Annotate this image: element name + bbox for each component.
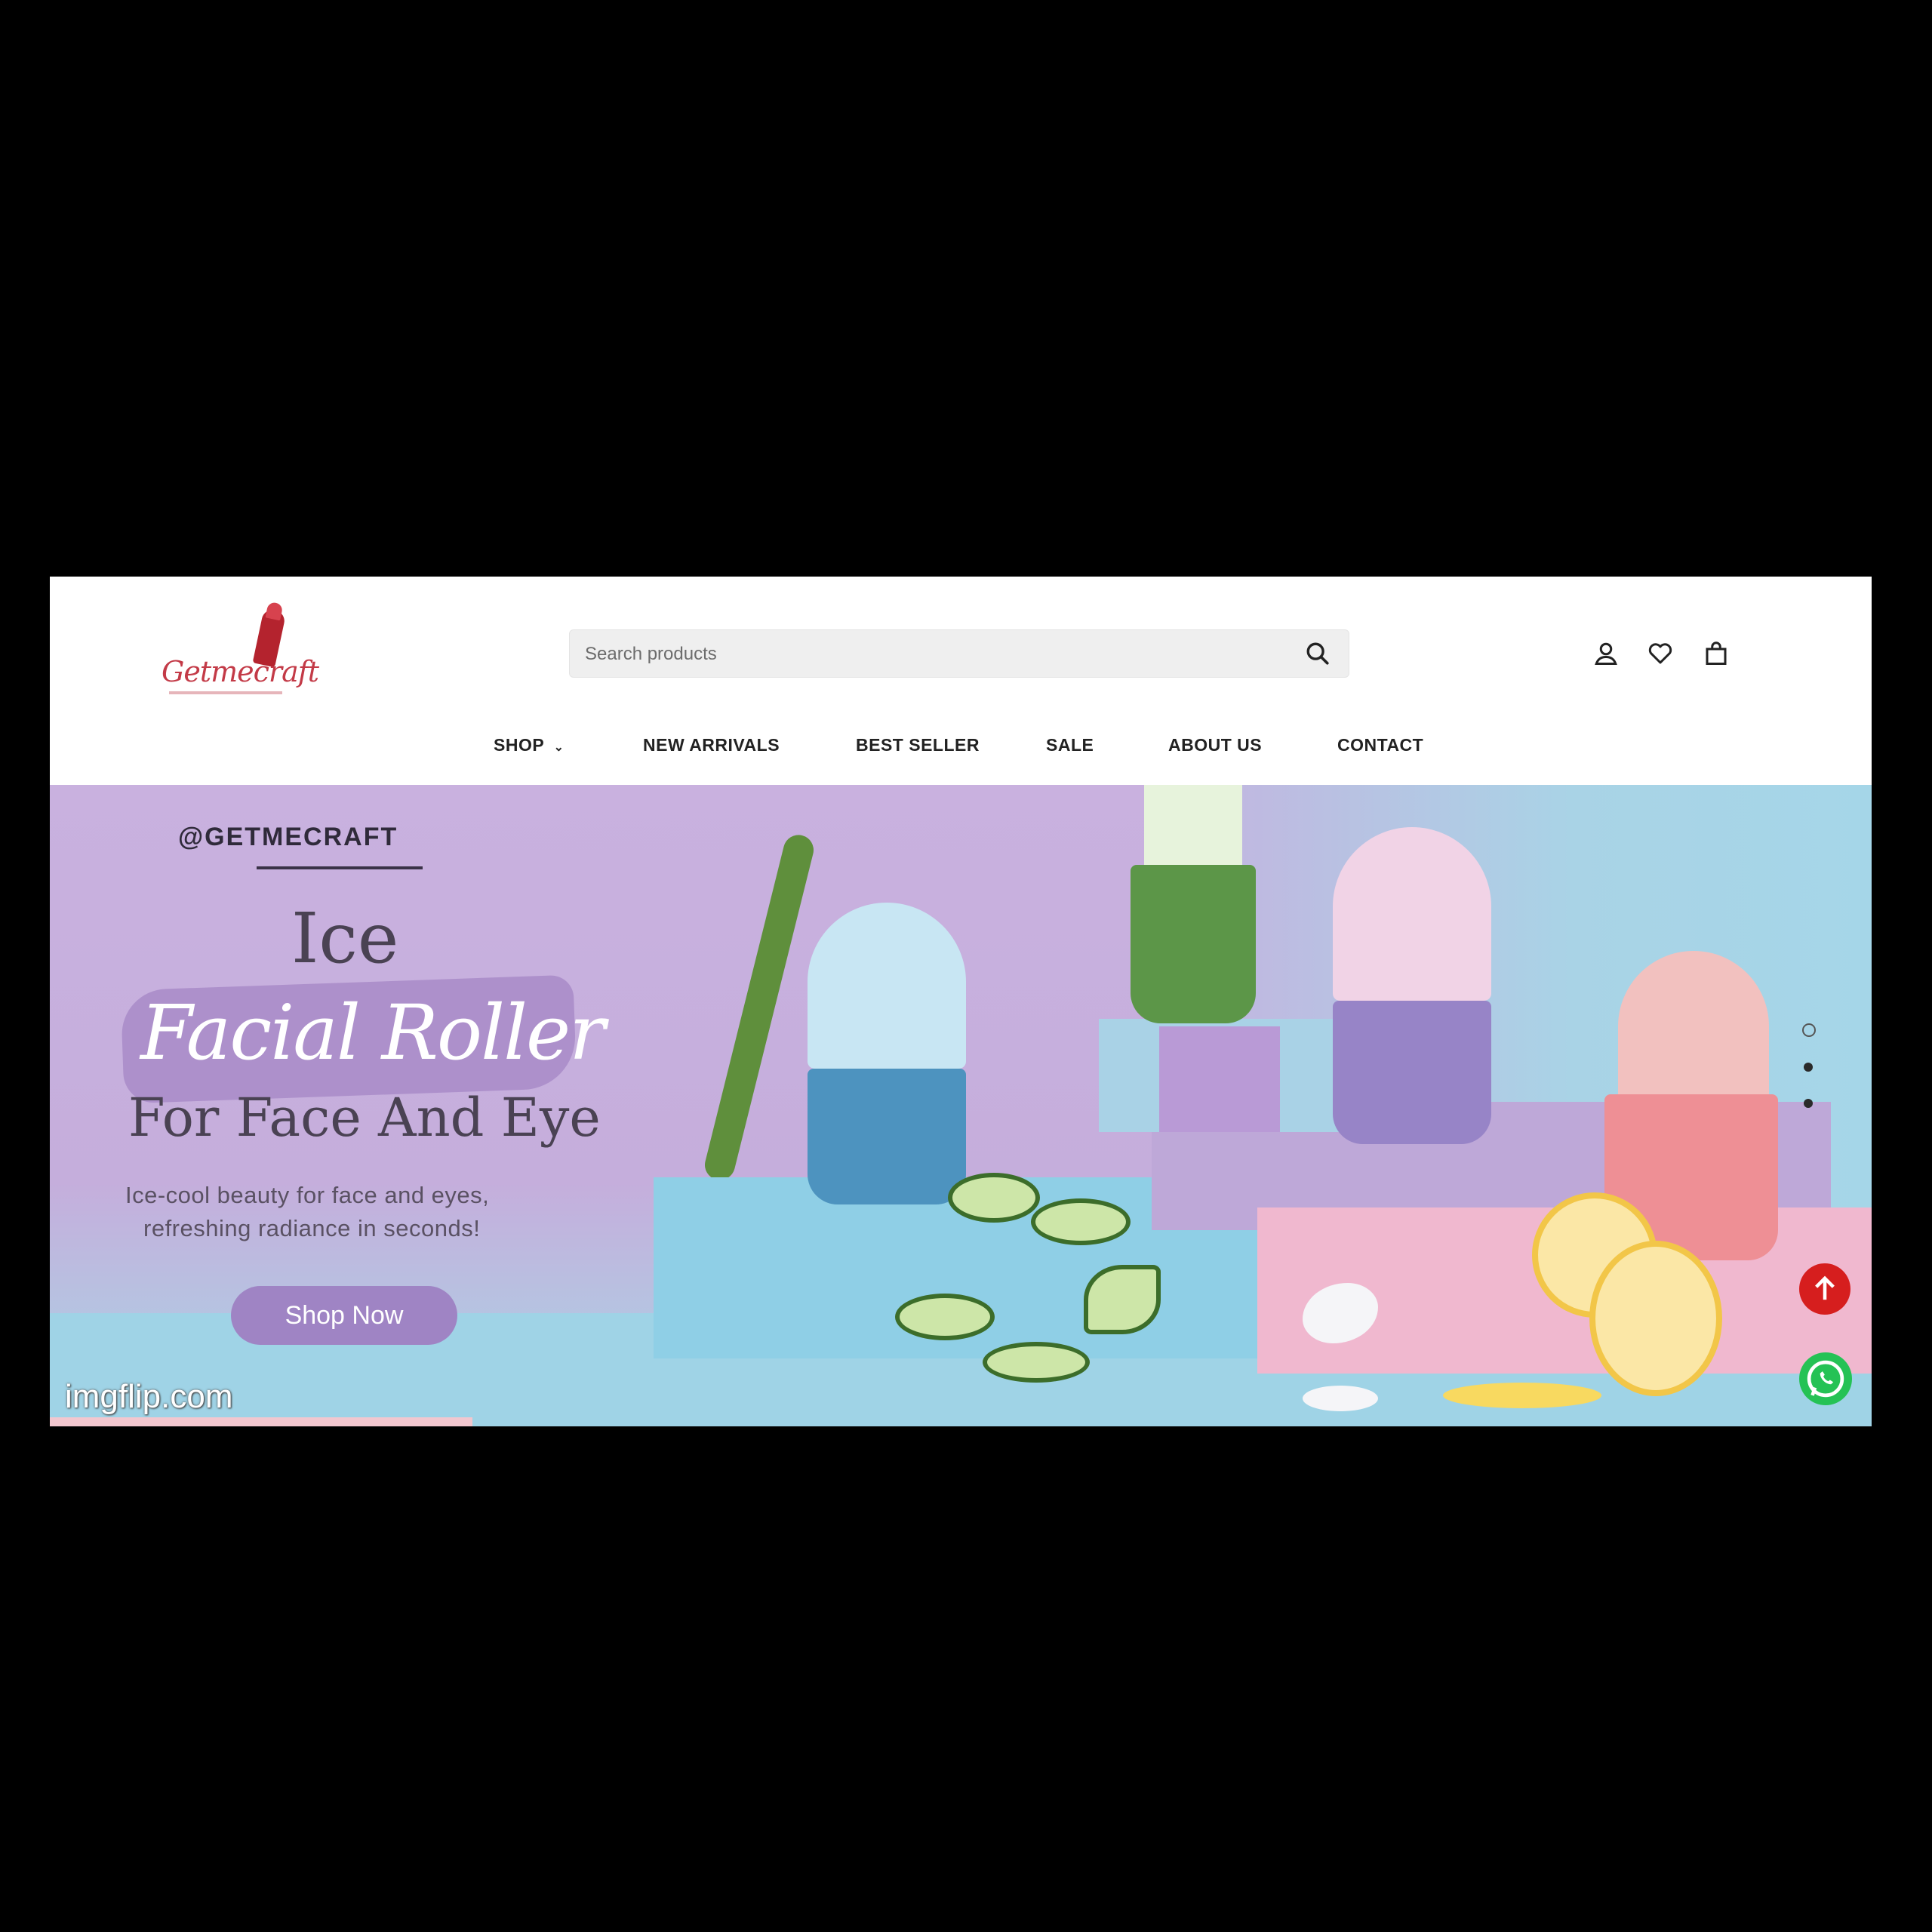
- search-input[interactable]: [583, 630, 1266, 678]
- lilac-roller-cap: [1333, 827, 1491, 1001]
- slide-dot-active[interactable]: [1802, 1023, 1816, 1037]
- cucumber-slice: [948, 1173, 1040, 1223]
- nav-item-contact[interactable]: CONTACT: [1337, 735, 1423, 755]
- hero-title-script: Facial Roller: [140, 989, 605, 1077]
- hero-title-subline: For Face And Eye: [128, 1087, 601, 1149]
- url-caption-strip: [50, 1417, 472, 1426]
- whatsapp-icon: [1807, 1360, 1844, 1398]
- lemon-slice-flat: [1443, 1383, 1601, 1408]
- top-pedestal-face: [1159, 1026, 1280, 1132]
- imgflip-watermark: imgflip.com: [65, 1378, 233, 1415]
- lemon-half: [1589, 1241, 1722, 1396]
- cucumber-slice: [983, 1342, 1090, 1383]
- site-header: Getmecraft SHOP ⌄ NEW ARRIVALS: [50, 577, 1872, 785]
- hero-banner: @GETMECRAFT Ice Facial Roller For Face A…: [50, 785, 1872, 1426]
- search-bar: [569, 629, 1349, 678]
- user-icon[interactable]: [1592, 640, 1620, 667]
- brand-logo[interactable]: Getmecraft: [162, 608, 319, 700]
- logo-tagline: [169, 691, 282, 694]
- hero-title-ice: Ice: [291, 898, 399, 979]
- lilac-roller-body: [1333, 1001, 1491, 1144]
- slide-dot[interactable]: [1804, 1063, 1813, 1072]
- whatsapp-chat-button[interactable]: [1799, 1352, 1852, 1405]
- grapefruit-roller-cap: [1618, 951, 1769, 1102]
- green-roller-ice: [1144, 785, 1242, 868]
- handle-underline: [257, 866, 423, 869]
- heart-icon[interactable]: [1647, 640, 1674, 667]
- nav-item-sale[interactable]: SALE: [1046, 735, 1094, 755]
- blue-roller-cap: [808, 903, 966, 1069]
- petal: [1303, 1386, 1378, 1411]
- hero-description-line2: refreshing radiance in seconds!: [143, 1215, 481, 1241]
- website-frame: Getmecraft SHOP ⌄ NEW ARRIVALS: [50, 577, 1872, 1426]
- bag-icon[interactable]: [1703, 640, 1730, 667]
- shop-now-button[interactable]: Shop Now: [231, 1286, 457, 1345]
- nav-item-shop[interactable]: SHOP ⌄: [494, 735, 565, 755]
- slide-dot[interactable]: [1804, 1099, 1813, 1108]
- nav-item-label: SHOP: [494, 735, 544, 755]
- search-icon[interactable]: [1305, 641, 1331, 666]
- nav-item-about-us[interactable]: ABOUT US: [1168, 735, 1262, 755]
- cucumber-slice: [1031, 1198, 1131, 1245]
- nav-item-best-seller[interactable]: BEST SELLER: [856, 735, 980, 755]
- scroll-to-top-button[interactable]: [1799, 1263, 1850, 1315]
- main-navigation: SHOP ⌄ NEW ARRIVALS BEST SELLER SALE ABO…: [50, 735, 1872, 768]
- cucumber-slice: [895, 1294, 995, 1340]
- blue-roller-body: [808, 1069, 966, 1204]
- hero-handle: @GETMECRAFT: [178, 823, 398, 851]
- nav-item-new-arrivals[interactable]: NEW ARRIVALS: [643, 735, 780, 755]
- hero-description-line1: Ice-cool beauty for face and eyes,: [125, 1182, 490, 1208]
- logo-text: Getmecraft: [162, 655, 319, 688]
- cucumber-slice: [1084, 1265, 1161, 1334]
- arrow-up-icon: [1815, 1275, 1835, 1300]
- aloe-leaf: [701, 832, 817, 1183]
- green-roller-body: [1131, 865, 1256, 1023]
- chevron-down-icon: ⌄: [553, 741, 565, 754]
